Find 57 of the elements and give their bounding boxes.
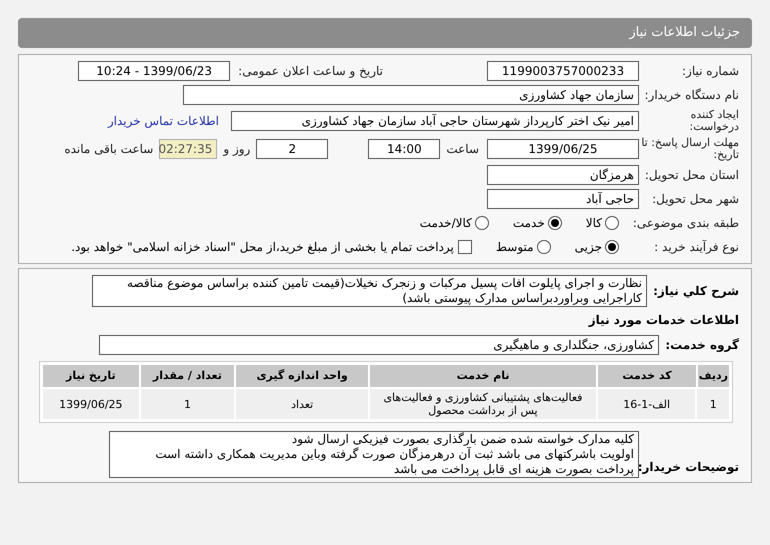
field-label: نام دستگاه خریدار: xyxy=(644,87,739,104)
description-field: نظارت و اجرای پایلوت افات پسیل مرکبات و زنجرک نخیلات(قیمت تامین کننده براساس موضوع مناقصه کاراجرایی وبراوردبراساس مدارک پیوستی باشد) xyxy=(92,275,647,307)
field-label: گروه خدمت: xyxy=(664,337,739,354)
checkbox[interactable] xyxy=(458,240,472,254)
radio-button[interactable] xyxy=(605,216,619,230)
field-label: مهلت ارسال پاسخ: تا تاریخ: xyxy=(640,137,739,161)
service-group-field: کشاورزی، جنگلداری و ماهیگیری xyxy=(99,335,659,355)
table-cell: الف-1-16 xyxy=(598,389,696,419)
table-cell: 1399/06/25 xyxy=(43,389,139,419)
radio-button[interactable] xyxy=(536,240,551,254)
city-field: حاجی آباد xyxy=(487,189,639,209)
section-title: اطلاعات خدمات مورد نیاز xyxy=(587,312,739,329)
days-field: 2 xyxy=(256,139,328,159)
radio-label: متوسط xyxy=(496,239,534,256)
field-label: روز و xyxy=(223,141,250,158)
note-line: کلیه مدارک خواسته شده ضمن بارگذاری بصورت فیزیکی ارسال شود xyxy=(290,432,634,447)
column-header: ردیف xyxy=(698,365,729,387)
field-label: شهر محل تحویل: xyxy=(651,191,739,208)
buyer-contact-link[interactable]: اطلاعات تماس خریدار xyxy=(108,112,219,130)
field-label: ساعت باقی مانده xyxy=(64,141,154,158)
radio-button[interactable] xyxy=(474,216,489,230)
table-cell: 1 xyxy=(140,389,234,419)
table-cell: فعالیت‌های پشتیبانی کشاورزی و فعالیت‌های پس از برداشت محصول xyxy=(370,389,596,419)
radio-button[interactable] xyxy=(548,216,562,230)
checkbox-label: پرداخت تمام یا بخشی از مبلغ خرید،از محل "اسناد خزانه اسلامی" خواهد بود. xyxy=(71,239,454,256)
remaining-time-field: 02:27:35 xyxy=(159,139,218,159)
table-cell: 1 xyxy=(697,389,729,419)
buyer-org-field: سازمان جهاد کشاورزی xyxy=(183,85,639,105)
requester-field: امیر نیک اختر کارپرداز شهرستان حاجی آباد سازمان جهاد کشاورزی xyxy=(231,111,639,131)
province-field: هرمزگان xyxy=(487,165,639,185)
column-header: نام خدمت xyxy=(370,365,596,387)
field-label: شرح کلي نياز: xyxy=(652,283,739,300)
radio-label: جزیی xyxy=(574,239,602,256)
page-header: جزئیات اطلاعات نیاز xyxy=(18,18,752,48)
field-label: تاریخ و ساعت اعلان عمومی: xyxy=(238,63,383,80)
radio-label: کالا xyxy=(586,215,602,232)
column-header: تاریخ نیاز xyxy=(43,365,139,387)
field-label: استان محل تحویل: xyxy=(644,167,739,184)
note-line: اولویت باشرکتهای می باشد ثبت آن درهرمزگان صورت گرفته وباین مدیریت همکاری داشته است xyxy=(154,447,634,462)
field-label: توضیحات خریدار: xyxy=(639,459,739,476)
field-label: ایجاد کننده درخواست: xyxy=(688,109,739,133)
column-header: تعداد / مقدار xyxy=(140,365,234,387)
field-label: طبقه بندی موضوعی: xyxy=(632,215,739,232)
radio-label: خدمت xyxy=(512,215,545,232)
radio-button[interactable] xyxy=(605,240,619,254)
column-header: کد خدمت xyxy=(598,365,696,387)
note-line: پرداخت بصورت هزینه ای قابل پرداخت می باشد xyxy=(392,462,634,477)
table-cell: تعداد xyxy=(236,389,368,419)
deadline-time-field: 14:00 xyxy=(368,139,440,159)
need-number-field: 1199003757000233 xyxy=(487,61,639,81)
field-label: ساعت xyxy=(446,141,479,158)
radio-label: کالا/خدمت xyxy=(420,215,472,232)
deadline-date-field: 1399/06/25 xyxy=(487,139,639,159)
column-header: واحد اندازه گیری xyxy=(236,365,368,387)
field-label: نوع فرآیند خرید : xyxy=(653,239,739,256)
announce-date-field: 1399/06/23 - 10:24 xyxy=(78,61,230,81)
field-label: شماره نیاز: xyxy=(681,63,739,80)
